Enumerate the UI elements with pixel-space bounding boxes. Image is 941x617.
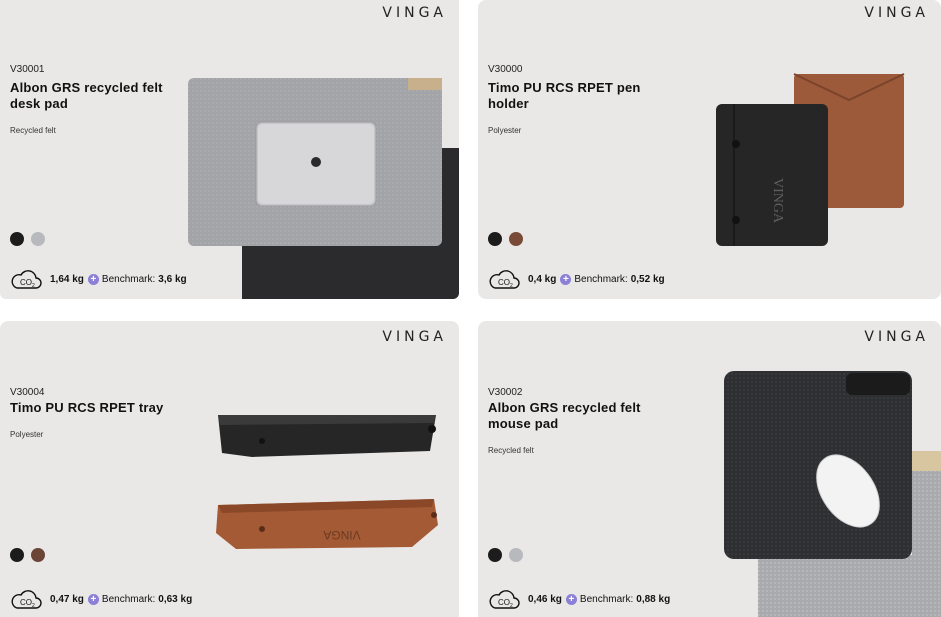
- product-sku: V30002: [488, 387, 523, 398]
- color-swatch-black[interactable]: [10, 232, 24, 246]
- co2-cloud-icon: CO 2: [11, 590, 42, 609]
- product-sku: V30004: [10, 387, 45, 398]
- brand-logo: VINGA: [864, 5, 929, 21]
- co2-value: 1,64 kg: [50, 273, 84, 285]
- product-image[interactable]: VINGA: [716, 70, 906, 250]
- co2-info: CO 2 0,47 kg + Benchmark: 0,63 kg: [10, 588, 192, 610]
- co2-cloud-icon: CO 2: [489, 270, 520, 289]
- benchmark-label: Benchmark:: [579, 593, 634, 605]
- svg-text:VINGA: VINGA: [323, 528, 360, 542]
- color-swatches: [488, 232, 523, 246]
- product-image[interactable]: [722, 369, 941, 617]
- co2-value: 0,47 kg: [50, 593, 84, 605]
- color-swatch-brown[interactable]: [509, 232, 523, 246]
- product-material: Recycled felt: [10, 126, 56, 135]
- svg-text:2: 2: [510, 283, 513, 289]
- co2-cloud-icon: CO 2: [489, 590, 520, 609]
- product-card[interactable]: VINGA V30000 Timo PU RCS RPET pen holder…: [478, 0, 941, 299]
- co2-value: 0,4 kg: [528, 273, 557, 285]
- co2-info: CO 2 0,4 kg + Benchmark: 0,52 kg: [488, 268, 665, 290]
- product-card[interactable]: VINGA V30001 Albon GRS recycled felt des…: [0, 0, 459, 299]
- product-sku: V30001: [10, 64, 45, 75]
- product-image[interactable]: VINGA: [212, 405, 444, 565]
- color-swatch-black[interactable]: [488, 232, 502, 246]
- svg-text:VINGA: VINGA: [770, 178, 785, 224]
- color-swatches: [488, 548, 523, 562]
- product-material: Recycled felt: [488, 446, 534, 455]
- product-card[interactable]: VINGA V30002 Albon GRS recycled felt mou…: [478, 321, 941, 617]
- color-swatches: [10, 548, 45, 562]
- svg-text:CO: CO: [498, 278, 510, 287]
- product-title[interactable]: Timo PU RCS RPET pen holder: [488, 80, 668, 112]
- brand-logo: VINGA: [382, 329, 447, 345]
- brand-logo: VINGA: [864, 329, 929, 345]
- plus-icon: +: [87, 273, 99, 285]
- color-swatch-grey[interactable]: [31, 232, 45, 246]
- svg-text:CO: CO: [498, 598, 510, 607]
- co2-info: CO 2 1,64 kg + Benchmark: 3,6 kg: [10, 268, 187, 290]
- product-material: Polyester: [10, 430, 44, 439]
- color-swatch-brown[interactable]: [31, 548, 45, 562]
- color-swatch-black[interactable]: [488, 548, 502, 562]
- product-sku: V30000: [488, 64, 523, 75]
- plus-icon: +: [565, 593, 577, 605]
- product-title[interactable]: Albon GRS recycled felt desk pad: [10, 80, 190, 112]
- benchmark-value: 3,6 kg: [158, 273, 187, 285]
- svg-text:2: 2: [510, 603, 513, 609]
- color-swatch-grey[interactable]: [509, 548, 523, 562]
- co2-info: CO 2 0,46 kg + Benchmark: 0,88 kg: [488, 588, 670, 610]
- svg-text:2: 2: [32, 603, 35, 609]
- benchmark-label: Benchmark:: [101, 273, 156, 285]
- product-title[interactable]: Timo PU RCS RPET tray: [10, 400, 190, 416]
- benchmark-value: 0,52 kg: [630, 273, 665, 285]
- svg-text:CO: CO: [20, 278, 32, 287]
- brand-logo: VINGA: [382, 5, 447, 21]
- co2-value: 0,46 kg: [528, 593, 562, 605]
- benchmark-value: 0,63 kg: [158, 593, 193, 605]
- color-swatch-black[interactable]: [10, 548, 24, 562]
- product-image[interactable]: [188, 74, 459, 299]
- benchmark-label: Benchmark:: [101, 593, 156, 605]
- benchmark-label: Benchmark:: [574, 273, 628, 285]
- benchmark-value: 0,88 kg: [636, 593, 671, 605]
- product-material: Polyester: [488, 126, 522, 135]
- svg-text:CO: CO: [20, 598, 32, 607]
- product-title[interactable]: Albon GRS recycled felt mouse pad: [488, 400, 668, 432]
- color-swatches: [10, 232, 45, 246]
- co2-cloud-icon: CO 2: [11, 270, 42, 289]
- plus-icon: +: [560, 273, 572, 285]
- product-card[interactable]: VINGA V30004 Timo PU RCS RPET tray Polye…: [0, 321, 459, 617]
- svg-text:2: 2: [32, 283, 35, 289]
- plus-icon: +: [87, 593, 99, 605]
